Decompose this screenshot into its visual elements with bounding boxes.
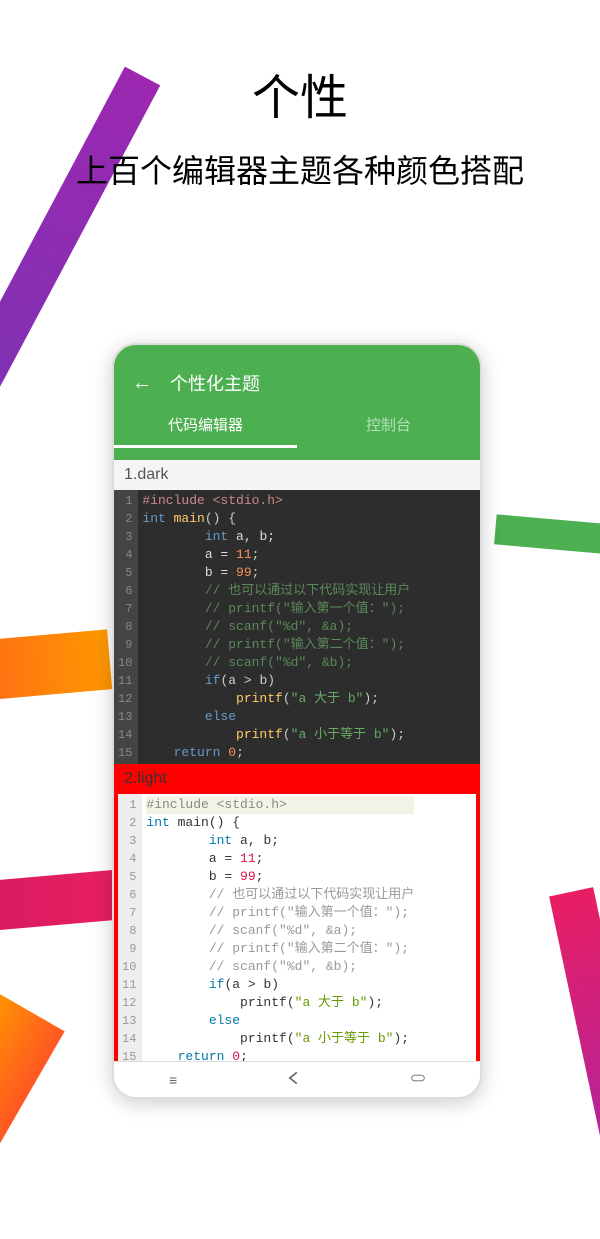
decor-stripe-orange [0, 629, 112, 706]
page-subtitle: 上百个编辑器主题各种颜色搭配 [0, 146, 600, 192]
code-lines-light: #include <stdio.h>int main() { int a, b;… [142, 794, 414, 1068]
code-editor-light[interactable]: 123456789101112131415 #include <stdio.h>… [114, 794, 480, 1072]
page-title: 个性 [0, 58, 600, 128]
tab-console[interactable]: 控制台 [297, 408, 480, 448]
theme-dark-label: 1.dark [114, 460, 480, 490]
back-arrow-icon[interactable]: ← [132, 372, 152, 395]
android-navbar: ≡ [114, 1061, 480, 1097]
code-editor-dark[interactable]: 123456789101112131415 #include <stdio.h>… [114, 490, 480, 764]
theme-light-section: 2.light 123456789101112131415 #include <… [114, 764, 480, 1072]
nav-back-icon[interactable] [287, 1071, 301, 1088]
nav-menu-icon[interactable]: ≡ [169, 1072, 177, 1088]
code-lines-dark: #include <stdio.h>int main() { int a, b;… [138, 490, 410, 764]
tab-code-editor[interactable]: 代码编辑器 [114, 408, 297, 448]
decor-stripe-pink [0, 870, 117, 946]
decor-stripe-orange-bottom [0, 991, 65, 1204]
gutter-light: 123456789101112131415 [118, 794, 142, 1068]
theme-light-label: 2.light [114, 764, 480, 794]
toolbar-title: 个性化主题 [170, 370, 260, 396]
theme-dark-section: 1.dark 123456789101112131415 #include <s… [114, 460, 480, 764]
gutter-dark: 123456789101112131415 [114, 490, 138, 764]
decor-stripe-magenta [549, 887, 600, 1239]
phone-preview: ← 个性化主题 代码编辑器 控制台 1.dark 123456789101112… [112, 343, 482, 1099]
decor-stripe-green [494, 514, 600, 561]
nav-home-icon[interactable] [411, 1071, 425, 1088]
app-header: ← 个性化主题 代码编辑器 控制台 [114, 345, 480, 460]
